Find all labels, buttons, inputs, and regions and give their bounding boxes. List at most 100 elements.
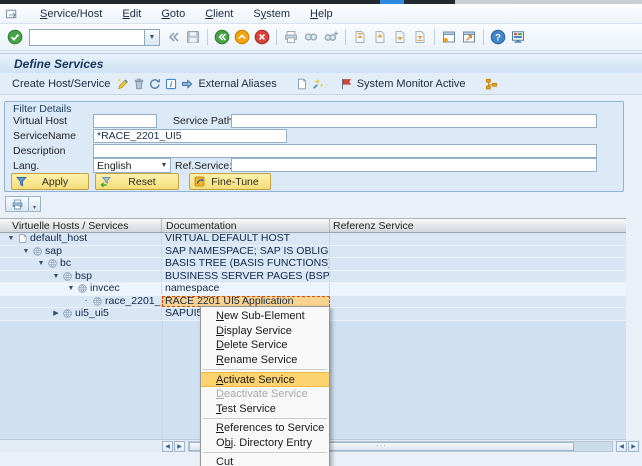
documentation-cell[interactable]: BUSINESS SERVER PAGES (BSP) RUNTIME	[162, 271, 330, 283]
command-field-group: ▼	[29, 29, 160, 46]
fine-tune-button[interactable]: Fine-Tune	[189, 173, 271, 190]
scroll-right-button[interactable]: ▶	[174, 441, 185, 452]
service-icon	[77, 283, 88, 294]
edit-icon[interactable]	[116, 77, 130, 91]
scroll-left-button-right[interactable]: ◀	[616, 441, 627, 452]
print-button[interactable]	[5, 196, 29, 212]
table-toolbar: ▾	[5, 196, 642, 212]
ref-service-field[interactable]	[231, 158, 597, 172]
previous-page-icon[interactable]	[370, 28, 390, 47]
collapse-node-icon[interactable]: ▼	[21, 246, 31, 258]
last-page-icon[interactable]	[410, 28, 430, 47]
column-header-documentation[interactable]: Documentation	[162, 219, 330, 232]
shortcut-icon[interactable]	[459, 28, 479, 47]
command-field[interactable]	[29, 29, 145, 46]
info-icon[interactable]: i	[164, 77, 178, 91]
menu-separator	[203, 452, 327, 453]
find-icon[interactable]	[301, 28, 321, 47]
help-icon[interactable]: ?	[488, 28, 508, 47]
node-name[interactable]: sap	[45, 246, 62, 258]
context-menu-item-references-to-service[interactable]: References to Service	[201, 421, 329, 436]
copy-icon[interactable]	[295, 77, 309, 91]
virtual-host-field[interactable]	[93, 114, 157, 128]
description-field[interactable]	[93, 144, 597, 158]
node-name[interactable]: invcec	[90, 283, 120, 295]
node-name[interactable]: bsp	[75, 271, 92, 283]
context-menu-item-display-service[interactable]: Display Service	[201, 324, 329, 339]
menu-help[interactable]: Help	[300, 8, 343, 20]
create-host-service-button[interactable]: Create Host/Service	[8, 78, 114, 90]
context-menu-item-obj-directory-entry[interactable]: Obj. Directory Entry	[201, 436, 329, 451]
menu-client[interactable]: Client	[195, 8, 243, 20]
node-name[interactable]: default_host	[30, 233, 87, 245]
print-icon[interactable]	[281, 28, 301, 47]
apply-button[interactable]: Apply	[11, 173, 89, 190]
menu-goto[interactable]: Goto	[151, 8, 195, 20]
reset-button[interactable]: Reset	[95, 173, 179, 190]
referenz-service-cell[interactable]	[330, 258, 626, 270]
scroll-right-button-right[interactable]: ▶	[628, 441, 639, 452]
collapse-icon[interactable]	[163, 28, 183, 47]
context-menu-item-test-service[interactable]: Test Service	[201, 402, 329, 417]
node-name[interactable]: race_2201_ui5	[105, 296, 162, 308]
system-monitor-button[interactable]: System Monitor Active	[339, 77, 470, 91]
table-row-invcec[interactable]: ▼ invcec namespace	[0, 283, 626, 296]
table-row-bsp[interactable]: ▼ bsp BUSINESS SERVER PAGES (BSP) RUNTIME	[0, 271, 626, 284]
lang-dropdown[interactable]: English ▼	[93, 158, 171, 173]
context-menu-item-new-sub-element[interactable]: New Sub-Element	[201, 309, 329, 324]
refresh-icon[interactable]	[148, 77, 162, 91]
service-path-field[interactable]	[231, 114, 597, 128]
node-name[interactable]: bc	[60, 258, 71, 270]
collapse-node-icon[interactable]: ▼	[51, 271, 61, 283]
exit-icon[interactable]	[232, 28, 252, 47]
documentation-cell[interactable]: BASIS TREE (BASIS FUNCTIONS)	[162, 258, 330, 270]
collapse-node-icon[interactable]: ▼	[36, 258, 46, 270]
save-icon[interactable]	[183, 28, 203, 47]
print-dropdown-button[interactable]: ▾	[29, 196, 41, 212]
hierarchy-icon[interactable]	[484, 77, 498, 91]
table-row-sap[interactable]: ▼ sap SAP NAMESPACE; SAP IS OBLIGED NOT T.…	[0, 246, 626, 259]
first-page-icon[interactable]	[350, 28, 370, 47]
system-monitor-button-label: System Monitor Active	[353, 78, 470, 90]
node-name[interactable]: ui5_ui5	[75, 308, 109, 320]
column-header-hosts[interactable]: Virtuelle Hosts / Services	[0, 219, 162, 232]
external-aliases-button[interactable]: External Aliases	[180, 77, 280, 91]
next-page-icon[interactable]	[390, 28, 410, 47]
referenz-service-cell[interactable]	[330, 283, 626, 295]
scroll-left-button[interactable]: ◀	[162, 441, 173, 452]
table-header-row: Virtuelle Hosts / Services Documentation…	[0, 218, 626, 233]
column-header-referenz[interactable]: Referenz Service	[330, 219, 626, 232]
enter-icon[interactable]	[5, 28, 25, 47]
context-menu-item-delete-service[interactable]: Delete Service	[201, 338, 329, 353]
expand-node-icon[interactable]: ▶	[51, 308, 61, 320]
command-field-dropdown[interactable]: ▼	[145, 29, 160, 46]
customize-icon[interactable]	[508, 28, 528, 47]
context-menu-item-rename-service[interactable]: Rename Service	[201, 353, 329, 368]
collapse-node-icon[interactable]: ▼	[6, 233, 16, 245]
documentation-cell[interactable]: namespace	[162, 283, 330, 295]
service-name-field[interactable]	[93, 129, 287, 143]
find-next-icon[interactable]	[321, 28, 341, 47]
context-menu-item-cut[interactable]: Cut	[201, 455, 329, 466]
menu-service-host[interactable]: Service/Host	[30, 8, 112, 20]
system-menu-icon[interactable]	[5, 6, 22, 21]
table-row-default-host[interactable]: ▼ default_host VIRTUAL DEFAULT HOST	[0, 233, 626, 246]
referenz-service-cell[interactable]	[330, 233, 626, 245]
menu-edit[interactable]: Edit	[112, 8, 151, 20]
documentation-cell[interactable]: VIRTUAL DEFAULT HOST	[162, 233, 330, 245]
documentation-cell[interactable]: SAP NAMESPACE; SAP IS OBLIGED NOT T...	[162, 246, 330, 258]
new-session-icon[interactable]	[439, 28, 459, 47]
menu-system[interactable]: System	[243, 8, 300, 20]
collapse-node-icon[interactable]: ▼	[66, 283, 76, 295]
wizard-icon[interactable]	[311, 77, 325, 91]
referenz-service-cell[interactable]	[330, 246, 626, 258]
delete-icon[interactable]	[132, 77, 146, 91]
back-icon[interactable]	[212, 28, 232, 47]
column-divider	[162, 321, 163, 440]
context-menu-item-activate-service[interactable]: Activate Service	[201, 372, 329, 387]
cancel-icon[interactable]	[252, 28, 272, 47]
referenz-service-cell[interactable]	[330, 308, 626, 320]
referenz-service-cell[interactable]	[330, 296, 626, 308]
table-row-bc[interactable]: ▼ bc BASIS TREE (BASIS FUNCTIONS)	[0, 258, 626, 271]
referenz-service-cell[interactable]	[330, 271, 626, 283]
